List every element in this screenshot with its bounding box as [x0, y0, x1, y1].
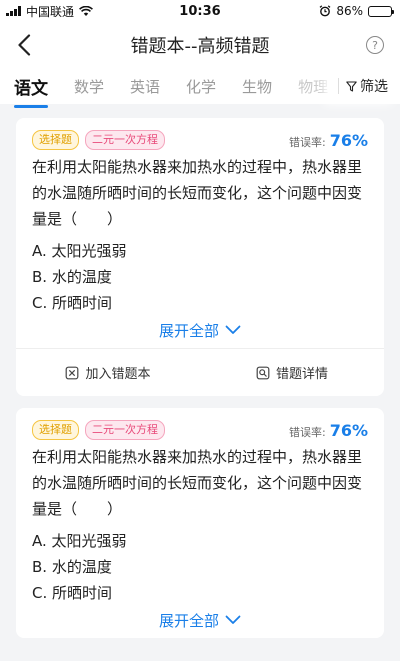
filter-button[interactable]: 筛选: [332, 68, 400, 104]
question-list: 选择题 二元一次方程 错误率: 76% 在利用太阳能热水器来加热水的过程中，热水…: [16, 118, 384, 650]
detail-search-icon: [256, 366, 270, 379]
chevron-down-icon: [225, 615, 241, 624]
error-rate-value: 76%: [329, 420, 368, 440]
error-rate-label: 错误率:: [288, 135, 326, 149]
help-button[interactable]: ?: [366, 36, 384, 54]
filter-divider: [338, 78, 339, 94]
tab-chinese[interactable]: 语文: [14, 74, 48, 108]
error-rate: 错误率: 76%: [289, 421, 368, 440]
nav-bar: 错题本--高频错题 ?: [0, 22, 400, 68]
question-type-tag: 选择题: [32, 420, 79, 440]
page-title: 错题本--高频错题: [130, 36, 270, 57]
topic-tag: 二元一次方程: [85, 130, 165, 150]
option-b: B. 水的温度: [32, 268, 112, 286]
wifi-icon: [79, 5, 93, 16]
status-bar: 中国联通 10:36 86%: [0, 0, 400, 22]
question-detail-button[interactable]: 错题详情: [200, 363, 384, 382]
add-notebook-icon: [66, 366, 79, 379]
tab-physics[interactable]: 物理: [298, 76, 328, 97]
option-list: A. 太阳光强弱 B. 水的温度 C. 所晒时间: [32, 528, 368, 606]
subject-tabs: 语文 数学 英语 化学 生物 物理 筛选: [0, 68, 400, 108]
topic-tag: 二元一次方程: [85, 420, 165, 440]
question-detail-label: 错题详情: [275, 367, 328, 382]
option-a: A. 太阳光强弱: [32, 242, 127, 260]
expand-all-button[interactable]: 展开全部: [32, 606, 368, 634]
option-list: A. 太阳光强弱 B. 水的温度 C. 所晒时间: [32, 238, 368, 316]
question-card: 选择题 二元一次方程 错误率: 76% 在利用太阳能热水器来加热水的过程中，热水…: [16, 408, 384, 638]
expand-all-button[interactable]: 展开全部: [32, 316, 368, 344]
option-c: C. 所晒时间: [32, 294, 113, 312]
question-text: 在利用太阳能热水器来加热水的过程中，热水器里的水温随所晒时间的长短而变化，这个问…: [32, 448, 363, 518]
question-text: 在利用太阳能热水器来加热水的过程中，热水器里的水温随所晒时间的长短而变化，这个问…: [32, 158, 363, 228]
chevron-left-icon: [18, 34, 31, 56]
carrier-label: 中国联通: [26, 4, 75, 19]
signal-icon: [6, 6, 21, 16]
battery-percent: 86%: [336, 4, 363, 18]
filter-label: 筛选: [360, 79, 388, 95]
add-to-notebook-button[interactable]: 加入错题本: [16, 363, 200, 382]
error-rate: 错误率: 76%: [289, 131, 368, 150]
question-type-tag: 选择题: [32, 130, 79, 150]
tab-english[interactable]: 英语: [130, 76, 160, 97]
error-rate-label: 错误率:: [288, 425, 326, 439]
card-actions: 加入错题本 错题详情: [16, 348, 384, 396]
option-a: A. 太阳光强弱: [32, 532, 127, 550]
back-button[interactable]: [12, 32, 36, 58]
filter-icon: [346, 80, 357, 92]
question-card: 选择题 二元一次方程 错误率: 76% 在利用太阳能热水器来加热水的过程中，热水…: [16, 118, 384, 396]
error-rate-value: 76%: [329, 130, 368, 150]
option-b: B. 水的温度: [32, 558, 112, 576]
option-c: C. 所晒时间: [32, 584, 113, 602]
clock: 10:36: [179, 3, 221, 19]
expand-all-label: 展开全部: [158, 611, 219, 630]
question-mark-icon: ?: [372, 38, 378, 52]
tab-chemistry[interactable]: 化学: [186, 76, 216, 97]
tab-math[interactable]: 数学: [74, 76, 104, 97]
battery-icon: [368, 5, 394, 17]
tab-biology[interactable]: 生物: [242, 76, 272, 97]
chevron-down-icon: [225, 325, 241, 334]
alarm-icon: [319, 5, 331, 17]
expand-all-label: 展开全部: [158, 321, 219, 340]
add-to-notebook-label: 加入错题本: [85, 367, 151, 382]
